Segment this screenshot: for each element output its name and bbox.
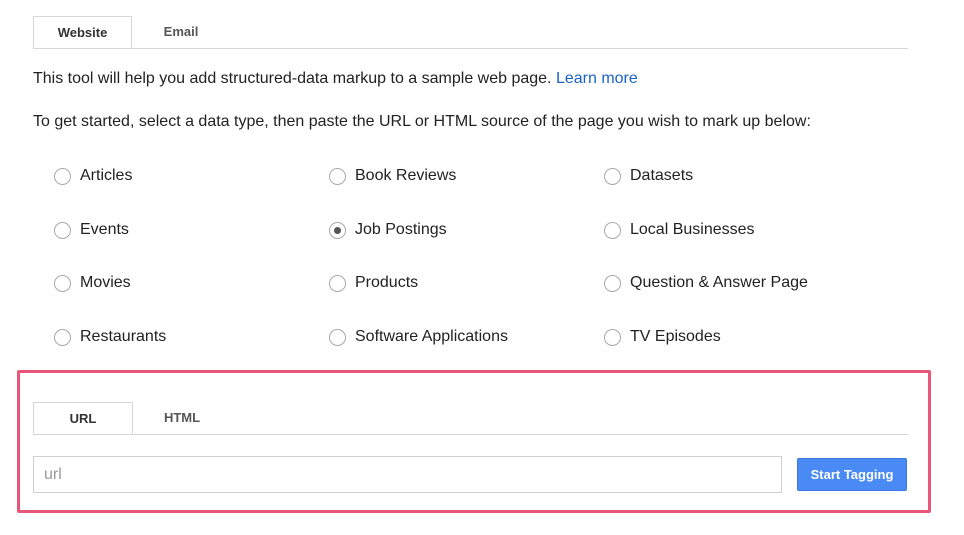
tab-url[interactable]: URL <box>33 402 133 434</box>
radio-button[interactable] <box>54 274 71 292</box>
radio-label: Movies <box>80 274 131 291</box>
radio-option-book-reviews[interactable]: Book Reviews <box>329 167 456 185</box>
tab-html[interactable]: HTML <box>133 402 231 433</box>
radio-label: Events <box>80 221 129 238</box>
learn-more-link[interactable]: Learn more <box>556 70 638 87</box>
radio-label: Products <box>355 274 419 291</box>
radio-button[interactable] <box>54 167 71 185</box>
radio-label: Question & Answer Page <box>630 274 808 291</box>
radio-label: Software Applications <box>355 328 508 345</box>
radio-option-software-applications[interactable]: Software Applications <box>329 328 508 346</box>
radio-button[interactable] <box>54 328 71 346</box>
radio-label: TV Episodes <box>630 328 721 345</box>
radio-option-local-businesses[interactable]: Local Businesses <box>604 221 755 239</box>
url-input[interactable] <box>33 456 782 493</box>
tab-website[interactable]: Website <box>33 16 132 48</box>
radio-button[interactable] <box>604 167 621 185</box>
radio-label: Book Reviews <box>355 167 457 184</box>
radio-button[interactable] <box>604 274 621 292</box>
radio-option-restaurants[interactable]: Restaurants <box>54 328 166 346</box>
radio-option-job-postings[interactable]: Job Postings <box>329 221 447 239</box>
radio-button-selected[interactable] <box>329 221 346 239</box>
radio-option-datasets[interactable]: Datasets <box>604 167 693 185</box>
radio-button[interactable] <box>54 221 71 239</box>
radio-option-movies[interactable]: Movies <box>54 274 131 292</box>
radio-option-products[interactable]: Products <box>329 274 418 292</box>
start-tagging-button[interactable]: Start Tagging <box>797 458 907 491</box>
intro-text: This tool will help you add structured-d… <box>33 70 638 88</box>
radio-label: Articles <box>80 167 133 184</box>
radio-option-tv-episodes[interactable]: TV Episodes <box>604 328 721 346</box>
tab-email[interactable]: Email <box>132 16 230 47</box>
radio-label: Datasets <box>630 167 694 184</box>
radio-option-events[interactable]: Events <box>54 221 129 239</box>
radio-label: Job Postings <box>355 221 447 238</box>
radio-button[interactable] <box>604 221 621 239</box>
radio-option-articles[interactable]: Articles <box>54 167 132 185</box>
intro-sentence: This tool will help you add structured-d… <box>33 70 552 87</box>
radio-button[interactable] <box>329 167 346 185</box>
top-tab-bar: Website Email <box>33 16 908 49</box>
radio-label: Local Businesses <box>630 221 755 238</box>
radio-button[interactable] <box>604 328 621 346</box>
page: Website Email This tool will help you ad… <box>0 0 964 535</box>
instructions-text: To get started, select a data type, then… <box>33 113 811 130</box>
radio-label: Restaurants <box>80 328 167 345</box>
radio-button[interactable] <box>329 274 346 292</box>
radio-button[interactable] <box>329 328 346 346</box>
radio-option-question-answer-page[interactable]: Question & Answer Page <box>604 274 808 292</box>
radio-selected-dot <box>334 226 341 234</box>
source-tab-bar: URL HTML <box>33 402 908 435</box>
